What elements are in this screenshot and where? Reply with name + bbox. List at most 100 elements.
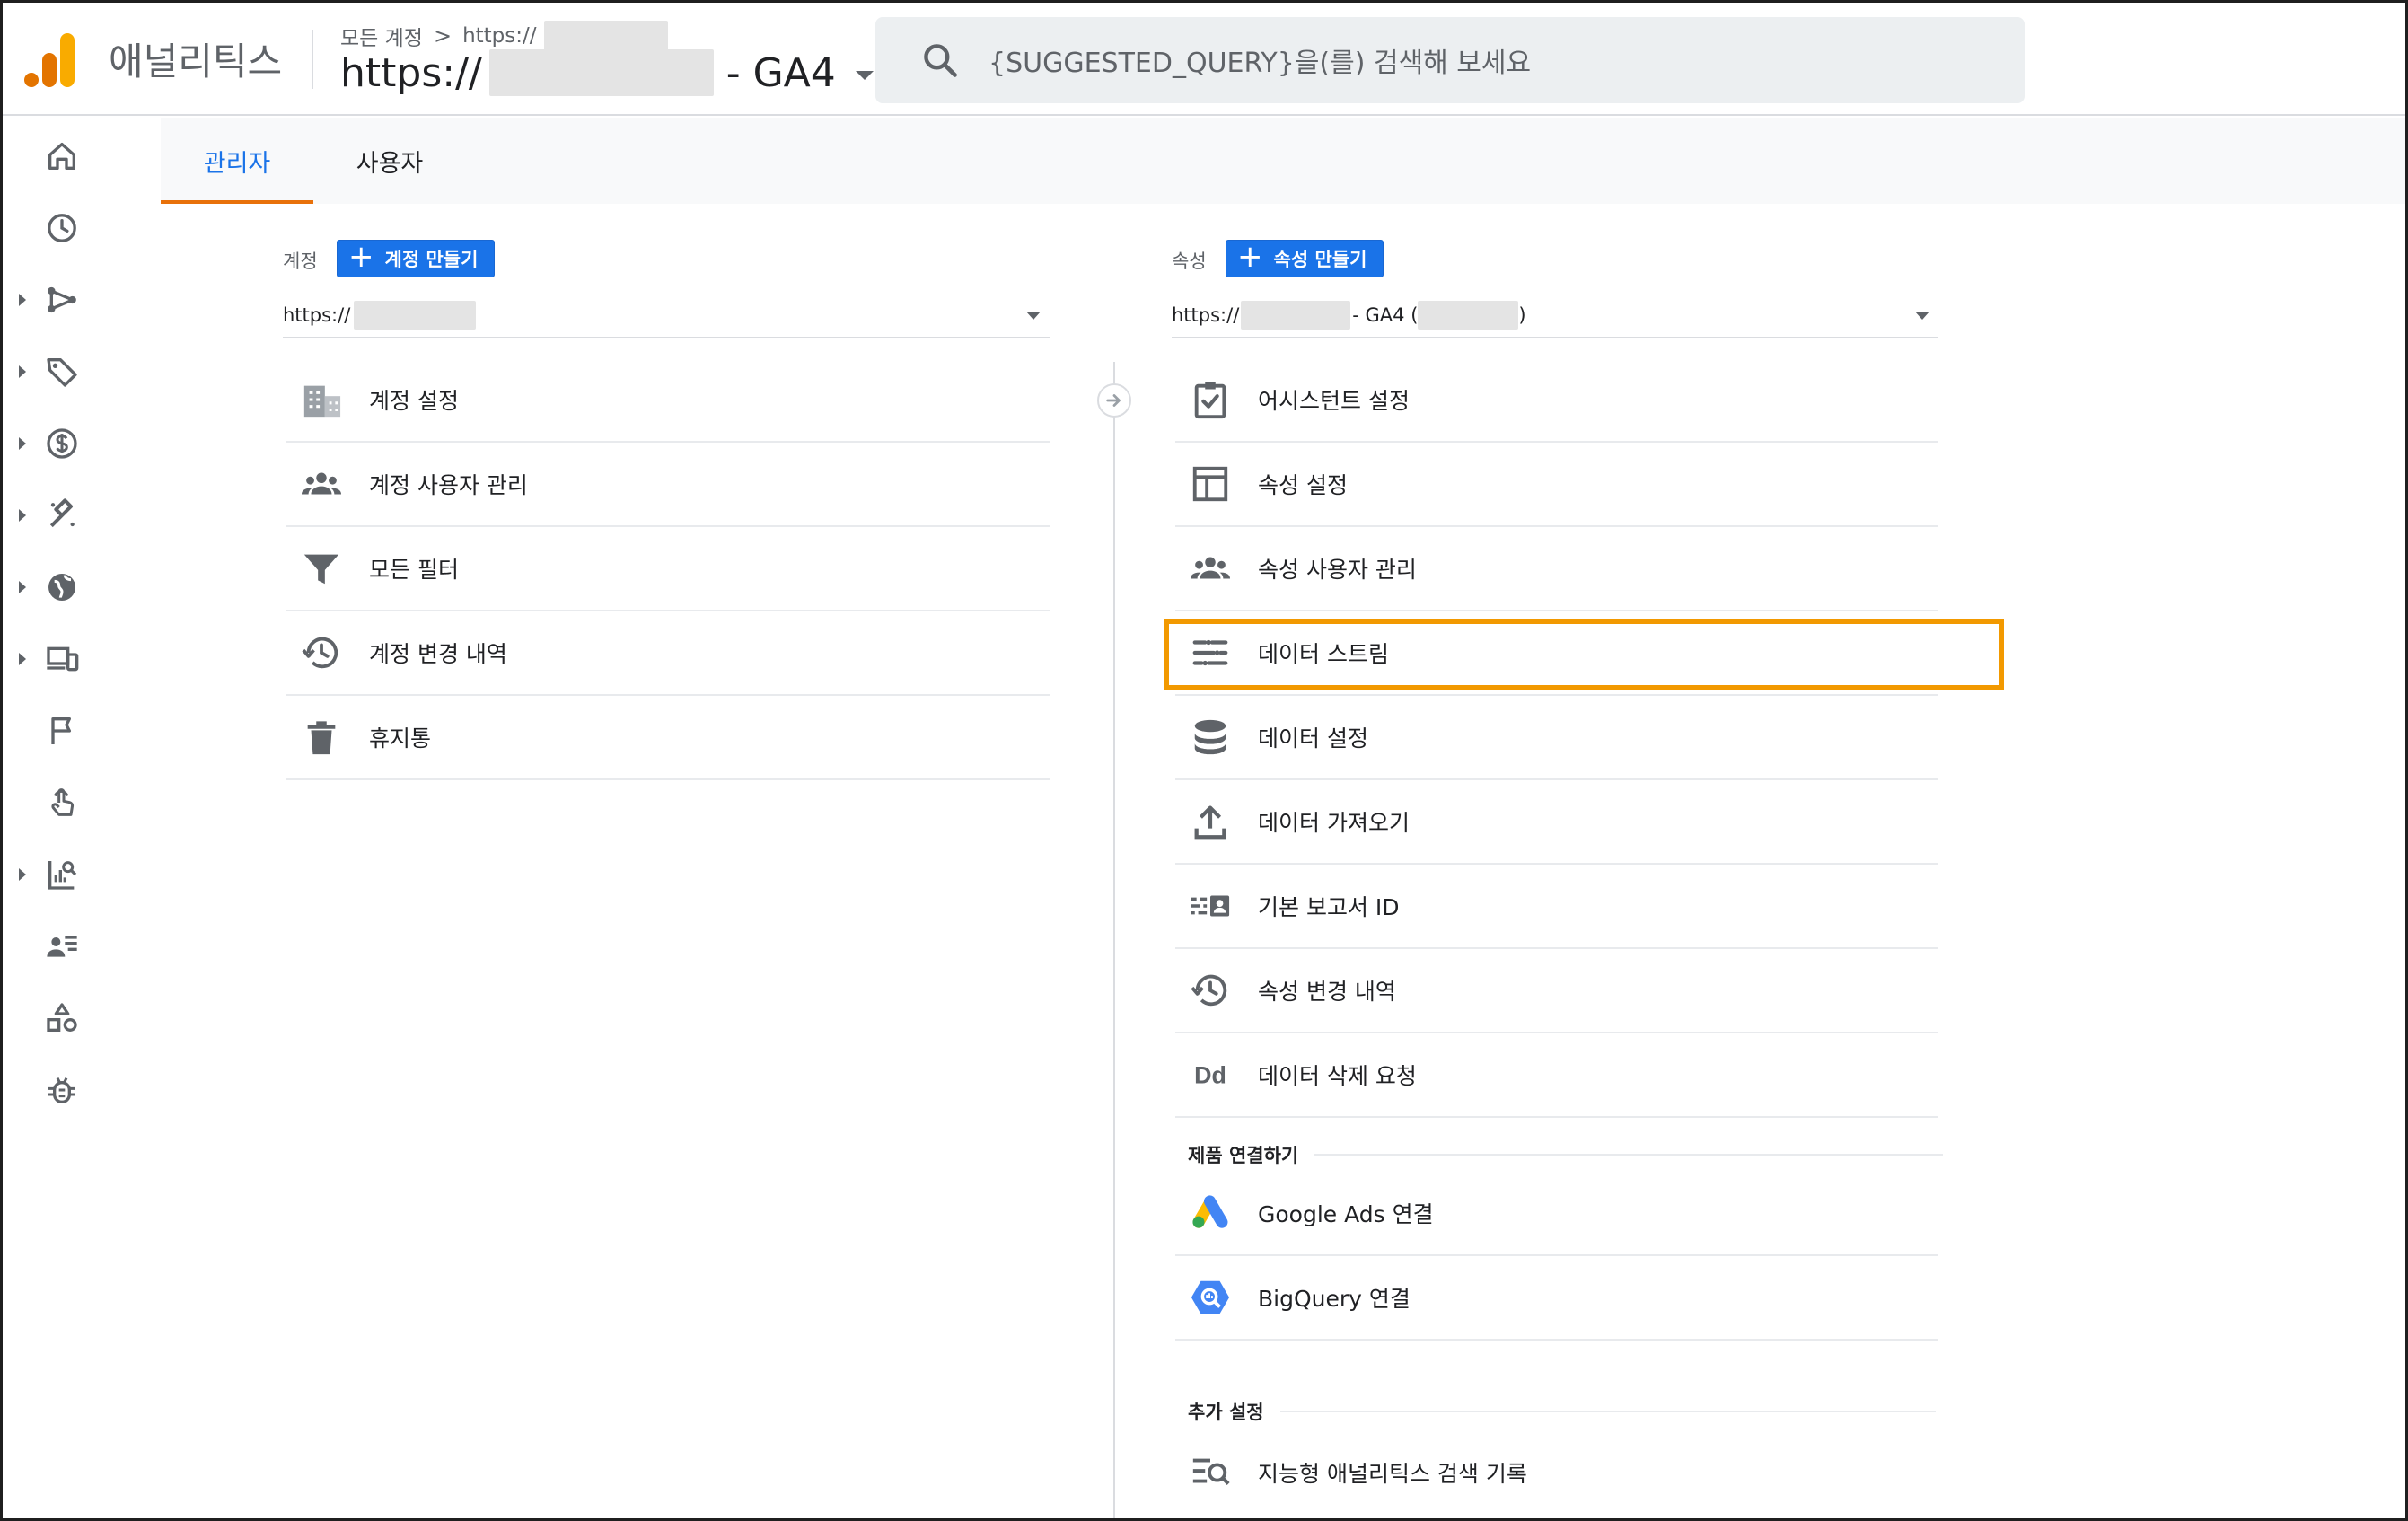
rail-item-share-nodes[interactable] <box>3 268 161 331</box>
property-menu-item[interactable]: Dd 데이터 삭제 요청 <box>1175 1033 1938 1118</box>
magnet-icon <box>49 498 75 528</box>
property-menu-item[interactable]: 어시스턴트 설정 <box>1175 358 1938 443</box>
extra-setting-item[interactable]: 지능형 애널리틱스 검색 기록 <box>1175 1430 1938 1515</box>
rail-item-magnet[interactable] <box>3 484 161 547</box>
expand-arrow-icon[interactable] <box>19 581 26 593</box>
rail-item-user-list[interactable] <box>3 915 161 978</box>
rail-item-dollar[interactable] <box>3 412 161 475</box>
property-menu-item[interactable]: 속성 사용자 관리 <box>1175 527 1938 611</box>
rail-item-shapes[interactable] <box>3 987 161 1050</box>
admin-tabs: 관리자 사용자 <box>161 118 2405 204</box>
history-icon-wrap <box>297 629 346 677</box>
search-bar[interactable]: {SUGGESTED_QUERY}을(를) 검색해 보세요 <box>875 17 2025 103</box>
arrow-right-icon <box>1106 394 1121 407</box>
plus-icon: + <box>348 239 374 275</box>
property-selector[interactable]: https:// - GA4 <box>340 49 874 96</box>
property-selected-mid: - GA4 ( <box>1352 304 1419 326</box>
column-divider <box>1113 362 1115 1518</box>
product-links-heading-text: 제품 연결하기 <box>1188 1145 1299 1166</box>
user-list-icon <box>47 936 77 957</box>
rail-item-tag[interactable] <box>3 340 161 403</box>
rail-item-touch[interactable] <box>3 771 161 834</box>
account-menu-item[interactable]: 계정 사용자 관리 <box>286 443 1050 527</box>
product-link-item[interactable]: BigQuery 연결 <box>1175 1256 1938 1341</box>
account-menu-item-label: 계정 설정 <box>369 388 459 414</box>
touch-icon <box>51 788 75 816</box>
expand-arrow-icon[interactable] <box>19 365 26 378</box>
data-streams-icon <box>1192 639 1228 666</box>
analytics-logo-icon[interactable] <box>24 30 78 91</box>
account-menu-item[interactable]: 계정 변경 내역 <box>286 611 1050 696</box>
property-selector-dropdown[interactable]: https:// - GA4 ( ) <box>1172 294 1938 338</box>
rail-item-clock[interactable] <box>3 197 161 259</box>
expand-arrow-icon[interactable] <box>19 653 26 665</box>
app-window: 애널리틱스 모든 계정 > https:// https:// - GA4 {S… <box>0 0 2408 1521</box>
rail-item-devices[interactable] <box>3 628 161 690</box>
account-selector[interactable]: https:// <box>283 294 1050 338</box>
bigquery-icon-wrap <box>1186 1273 1235 1322</box>
chevron-down-icon <box>1915 311 1929 320</box>
report-id-icon-wrap <box>1186 882 1235 930</box>
extra-settings-menu: 지능형 애널리틱스 검색 기록 <box>1175 1430 1938 1515</box>
account-selected: https:// <box>283 304 351 326</box>
expand-arrow-icon[interactable] <box>19 509 26 522</box>
breadcrumb-root[interactable]: 모든 계정 <box>340 21 423 51</box>
tab-admin[interactable]: 관리자 <box>161 118 313 204</box>
search-placeholder: {SUGGESTED_QUERY}을(를) 검색해 보세요 <box>989 48 1532 79</box>
dd-icon: Dd <box>1194 1062 1226 1089</box>
history-icon-wrap <box>1186 966 1235 1015</box>
rail-item-report-search[interactable] <box>3 843 161 906</box>
rail-item-globe[interactable] <box>3 556 161 619</box>
account-menu-item[interactable]: 계정 설정 <box>286 358 1050 443</box>
expand-arrow-icon[interactable] <box>19 437 26 450</box>
account-menu-item[interactable]: 모든 필터 <box>286 527 1050 611</box>
building-icon <box>303 385 341 418</box>
divider <box>1279 1411 1936 1412</box>
breadcrumb-account[interactable]: https:// <box>462 24 536 48</box>
chevron-down-icon <box>1026 311 1041 320</box>
rail-item-home[interactable] <box>3 125 161 188</box>
property-selected-suffix: ) <box>1518 304 1526 326</box>
rail-item-bug[interactable] <box>3 1059 161 1121</box>
tab-user[interactable]: 사용자 <box>313 118 466 204</box>
property-menu-item[interactable]: 속성 변경 내역 <box>1175 949 1938 1033</box>
account-menu-item[interactable]: 휴지통 <box>286 696 1050 780</box>
devices-icon <box>47 646 79 672</box>
plus-icon: + <box>1237 239 1263 275</box>
rail-item-flag[interactable] <box>3 699 161 762</box>
product-link-item[interactable]: Google Ads 연결 <box>1175 1172 1938 1256</box>
upload-icon <box>1194 805 1226 840</box>
property-menu-item[interactable]: 데이터 가져오기 <box>1175 780 1938 865</box>
people-icon-wrap <box>1186 544 1235 593</box>
database-icon-wrap <box>1186 713 1235 761</box>
shapes-icon <box>47 1003 77 1032</box>
property-menu-item[interactable]: 기본 보고서 ID <box>1175 865 1938 949</box>
expand-arrow-icon[interactable] <box>19 868 26 881</box>
expand-arrow-icon[interactable] <box>19 294 26 306</box>
property-menu-item-label: 속성 사용자 관리 <box>1258 557 1417 583</box>
create-account-button[interactable]: + 계정 만들기 <box>337 239 496 277</box>
history-icon <box>1191 974 1227 1007</box>
account-menu-item-label: 계정 변경 내역 <box>369 641 507 667</box>
layout-icon <box>1192 466 1228 502</box>
property-menu: 어시스턴트 설정 속성 설정속성 사용자 관리데이터 스트림 데이터 설정 데이터 가… <box>1175 358 1938 1118</box>
dd-icon-wrap: Dd <box>1186 1051 1235 1099</box>
redacted-account-name <box>543 21 668 51</box>
history-icon <box>302 637 338 669</box>
trash-icon-wrap <box>297 713 346 761</box>
globe-icon <box>48 574 75 601</box>
extra-settings-heading-text: 추가 설정 <box>1188 1402 1264 1423</box>
property-menu-item[interactable]: 속성 설정 <box>1175 443 1938 527</box>
extra-setting-item-label: 지능형 애널리틱스 검색 기록 <box>1258 1461 1527 1487</box>
filter-icon-wrap <box>297 544 346 593</box>
product-links-menu: Google Ads 연결 BigQuery 연결 <box>1175 1172 1938 1341</box>
property-menu-item[interactable]: 데이터 설정 <box>1175 696 1938 780</box>
create-property-label: 속성 만들기 <box>1273 249 1367 270</box>
home-icon <box>48 143 76 170</box>
property-menu-item[interactable]: 데이터 스트림 <box>1175 611 1938 696</box>
property-menu-item-label: 속성 변경 내역 <box>1258 979 1396 1005</box>
create-property-button[interactable]: + 속성 만들기 <box>1226 240 1384 277</box>
trash-icon <box>307 721 336 755</box>
breadcrumb[interactable]: 모든 계정 > https:// <box>340 21 668 51</box>
people-icon <box>301 472 342 495</box>
